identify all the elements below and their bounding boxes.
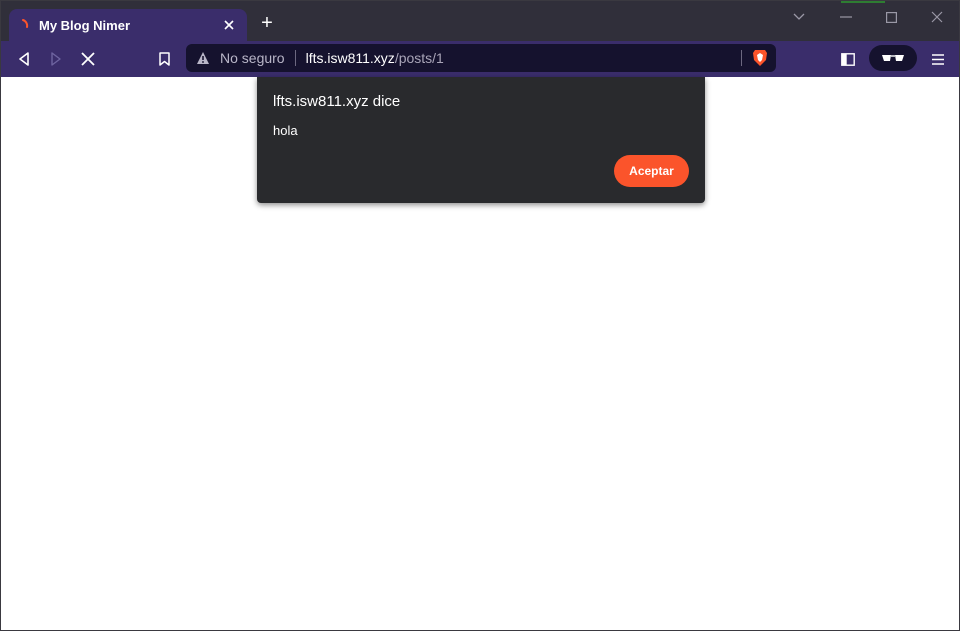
loading-spinner-icon (22, 19, 29, 28)
brave-shield-icon[interactable] (752, 49, 768, 67)
address-bar[interactable]: No seguro lfts.isw811.xyz/posts/1 (186, 44, 776, 72)
accept-button[interactable]: Aceptar (614, 155, 689, 187)
bookmark-icon[interactable] (154, 49, 174, 69)
menu-icon[interactable] (928, 49, 948, 69)
sidebar-icon[interactable] (838, 49, 858, 69)
browser-tab[interactable]: My Blog Nimer (9, 9, 247, 41)
window-close-icon[interactable] (929, 9, 945, 25)
tab-close-icon[interactable] (221, 17, 237, 33)
shield-separator (741, 50, 742, 66)
dialog-title: lfts.isw811.xyz dice (273, 93, 401, 110)
glasses-button[interactable] (869, 45, 917, 71)
browser-window: My Blog Nimer + No seguro lfts.isw811.xy… (0, 0, 960, 631)
url-host: lfts.isw811.xyz (305, 50, 395, 66)
glasses-icon (882, 55, 904, 61)
dialog-message: hola (273, 123, 298, 138)
chevron-down-icon[interactable] (791, 9, 807, 25)
back-icon[interactable] (14, 49, 34, 69)
new-tab-button[interactable]: + (257, 13, 277, 33)
tab-strip-accent (841, 1, 885, 3)
forward-icon[interactable] (46, 49, 66, 69)
alert-dialog: lfts.isw811.xyz dice hola Aceptar (257, 77, 705, 203)
stop-icon[interactable] (78, 49, 98, 69)
security-status[interactable]: No seguro (220, 50, 285, 66)
warning-icon[interactable] (196, 51, 210, 65)
url-separator (294, 50, 296, 66)
maximize-icon[interactable] (883, 9, 899, 25)
minimize-icon[interactable] (838, 9, 854, 25)
shield-area (741, 49, 768, 67)
tab-strip: My Blog Nimer + (1, 1, 959, 41)
tab-title: My Blog Nimer (39, 17, 131, 33)
url-path: /posts/1 (394, 50, 444, 66)
